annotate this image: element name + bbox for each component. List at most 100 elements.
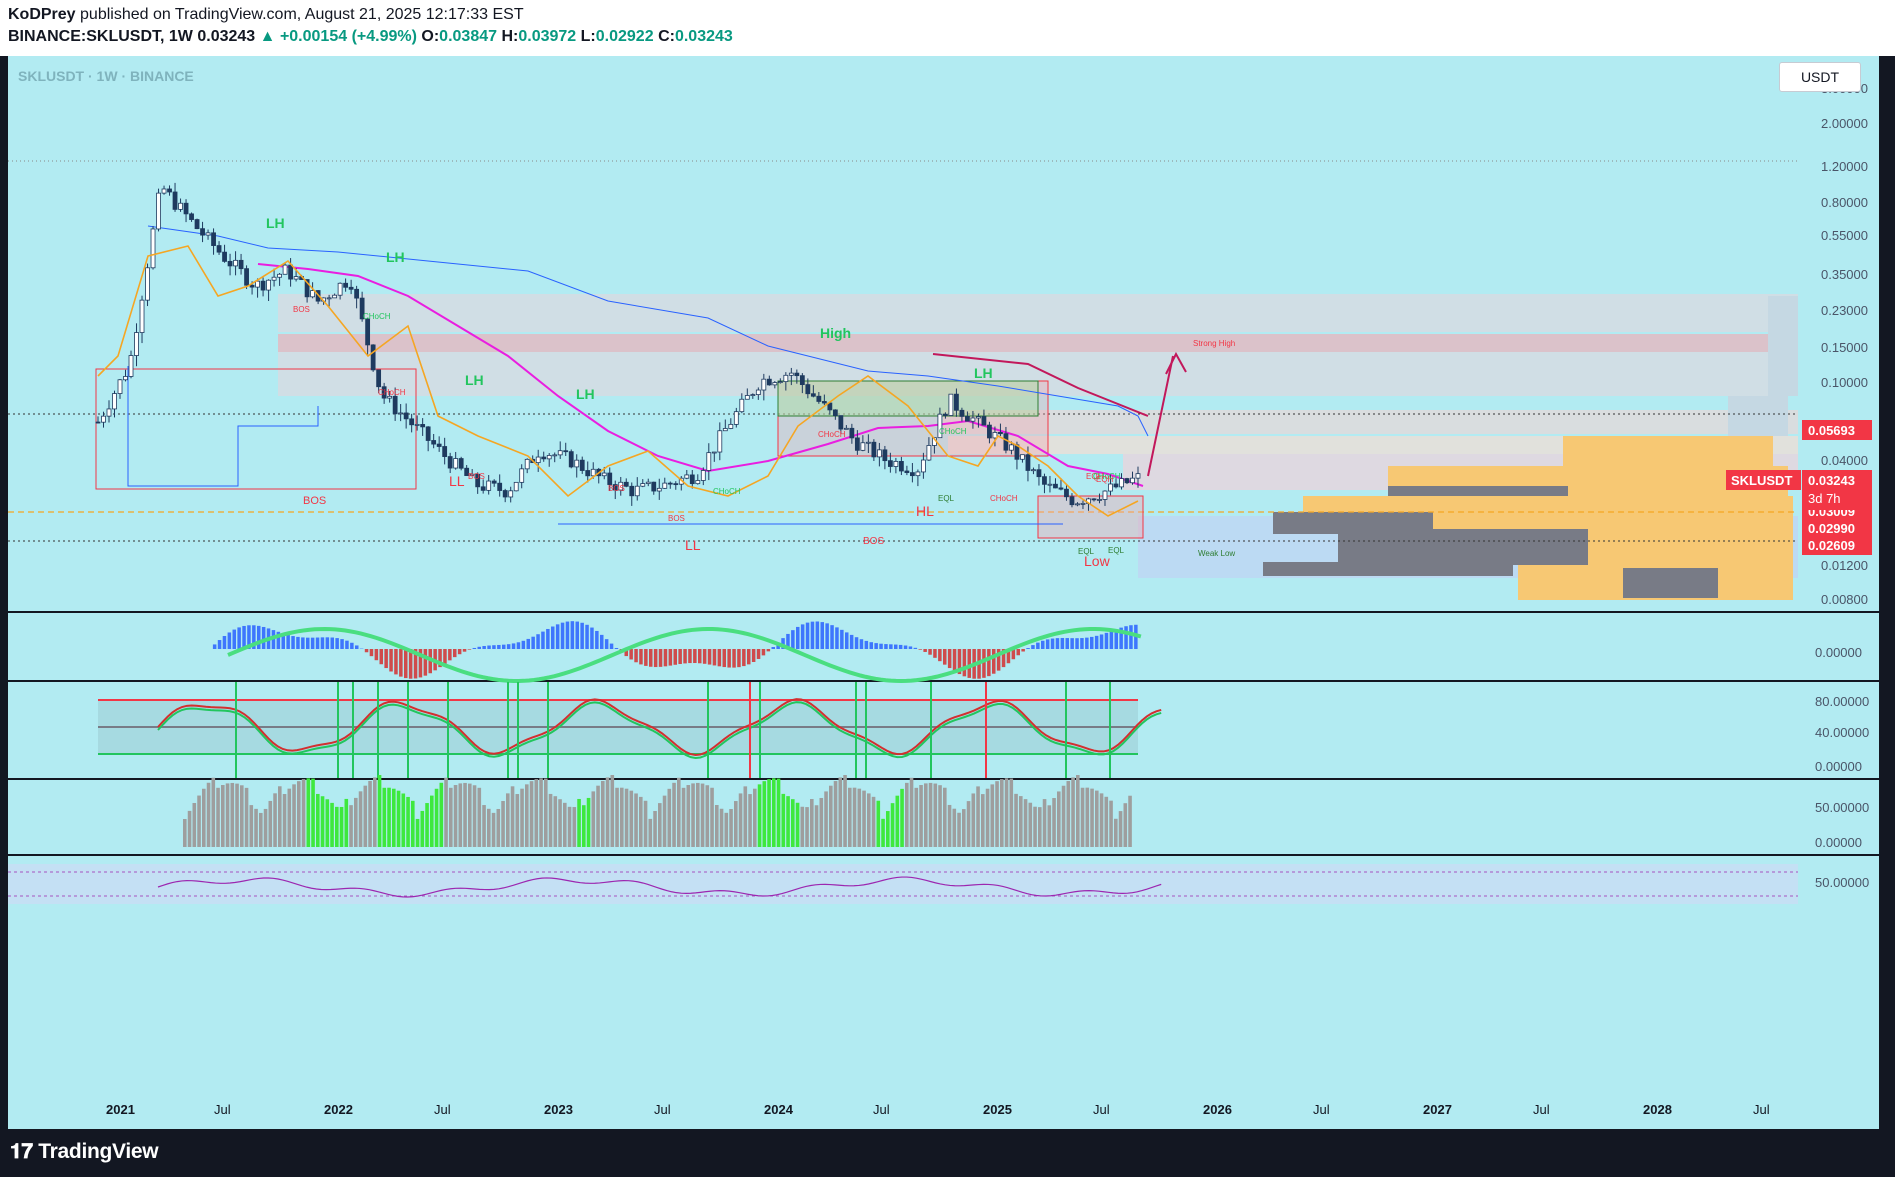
- candle-body: [865, 441, 871, 444]
- candle-body: [112, 393, 117, 410]
- candle-body: [1102, 490, 1108, 500]
- strength-bar: [857, 788, 862, 847]
- momentum-bar: [580, 622, 584, 649]
- momentum-bar: [212, 644, 217, 649]
- price-axis-label: 0.01200: [1821, 558, 1868, 573]
- candle-body: [1069, 496, 1075, 506]
- momentum-bar: [982, 649, 986, 678]
- candle-body: [106, 408, 112, 417]
- tradingview-logo[interactable]: 𝟏𝟕 TradingView: [10, 1140, 159, 1164]
- strength-bar: [748, 794, 752, 847]
- candle-body: [348, 286, 354, 290]
- momentum-bar: [595, 630, 599, 649]
- candle-body: [1058, 487, 1064, 490]
- low-label: L:: [580, 28, 596, 45]
- candle-body: [354, 288, 360, 299]
- momentum-bar: [487, 645, 491, 649]
- strength-bar: [525, 784, 529, 847]
- candle-body: [227, 260, 233, 267]
- momentum-bar: [1090, 636, 1094, 649]
- currency-selector[interactable]: USDT: [1779, 62, 1861, 92]
- price-axis-label: 0.10000: [1821, 375, 1868, 390]
- strength-bar: [539, 778, 543, 847]
- momentum-bar: [536, 634, 540, 649]
- candle-body: [739, 398, 745, 413]
- svg-text:CHoCH: CHoCH: [378, 388, 406, 397]
- strength-bar: [824, 791, 828, 847]
- strength-bar: [259, 812, 263, 847]
- strength-bar: [909, 777, 914, 847]
- strength-bar: [1000, 779, 1004, 847]
- strength-bar: [791, 799, 795, 847]
- candle-body: [238, 259, 244, 270]
- strength-bar: [1071, 777, 1075, 847]
- momentum-bar: [340, 639, 344, 649]
- strength-bar: [1061, 785, 1066, 847]
- strength-bar: [363, 785, 368, 847]
- candle-body: [552, 454, 558, 457]
- candle-body: [816, 395, 822, 402]
- momentum-bar: [1104, 632, 1109, 649]
- strength-bar: [596, 785, 600, 847]
- strength-bar: [273, 793, 277, 847]
- close-label: C:: [658, 28, 675, 45]
- strength-bar: [216, 787, 220, 847]
- candle-body: [987, 424, 992, 439]
- candle-body: [458, 458, 464, 469]
- strength-bar: [738, 793, 743, 847]
- symbol-interval: BINANCE:SKLUSDT, 1W: [8, 28, 193, 45]
- strength-bar: [268, 800, 273, 847]
- candle-body: [689, 474, 695, 485]
- candle-body: [821, 401, 827, 404]
- strength-bar: [1099, 793, 1104, 847]
- close-value: 0.03243: [674, 28, 733, 45]
- momentum-bar: [1129, 625, 1133, 649]
- strength-bar: [358, 791, 363, 847]
- strength-bar: [439, 782, 444, 847]
- momentum-bar: [335, 638, 339, 649]
- strength-bar: [463, 782, 467, 847]
- candle-body: [926, 445, 932, 461]
- candle-body: [260, 280, 266, 291]
- momentum-bar: [389, 649, 393, 672]
- publisher-name[interactable]: KoDPrey: [8, 6, 76, 23]
- strength-bar: [1014, 793, 1018, 847]
- momentum-bar: [600, 634, 604, 649]
- momentum-bar: [756, 649, 761, 659]
- svg-text:EQL: EQL: [1108, 546, 1125, 555]
- momentum-bar: [296, 636, 300, 649]
- momentum-bar: [1065, 638, 1069, 649]
- strength-bar: [415, 818, 420, 847]
- momentum-bar: [1080, 638, 1084, 649]
- momentum-bar: [345, 640, 349, 649]
- strength-bar: [425, 803, 429, 847]
- chart-area[interactable]: LH LH LH LH High LH LL LL HL Low BOS BOS…: [8, 56, 1879, 1129]
- momentum-bar: [325, 637, 330, 649]
- momentum-bar: [859, 639, 864, 649]
- strength-bar: [468, 783, 472, 847]
- strength-bar: [582, 805, 586, 847]
- time-axis-label: Jul: [1093, 1102, 1110, 1117]
- candle-body: [508, 490, 514, 498]
- candle-body: [1025, 454, 1031, 471]
- candle-body: [293, 276, 299, 280]
- momentum-bar: [497, 644, 501, 649]
- ticker-tag-label: SKLUSDT: [1731, 473, 1792, 488]
- svg-text:CHoCH: CHoCH: [818, 430, 846, 439]
- momentum-bar: [644, 649, 648, 666]
- momentum-bar: [698, 649, 702, 664]
- candle-body: [898, 461, 904, 472]
- svg-text:CHoCH: CHoCH: [939, 427, 967, 436]
- strength-bar: [202, 788, 206, 847]
- candle-body: [838, 415, 844, 430]
- strength-bar: [520, 788, 524, 847]
- candle-body: [799, 375, 805, 386]
- momentum-bar: [722, 649, 726, 668]
- time-axis-label: 2023: [544, 1102, 573, 1117]
- strength-bar: [819, 797, 824, 847]
- chart-svg[interactable]: LH LH LH LH High LH LL LL HL Low BOS BOS…: [8, 56, 1879, 1129]
- momentum-bar: [879, 643, 883, 649]
- candle-body: [783, 374, 789, 383]
- strength-bar: [311, 778, 315, 847]
- candle-body: [453, 458, 459, 469]
